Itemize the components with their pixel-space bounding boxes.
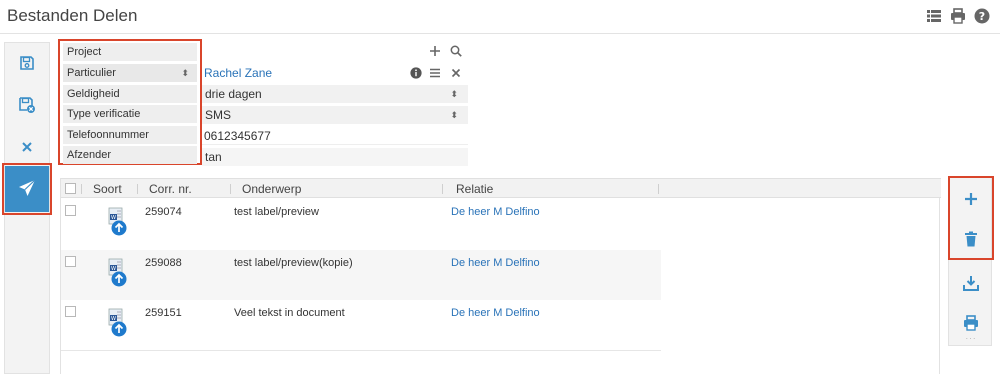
save-icon xyxy=(19,55,35,74)
table-row[interactable]: W 259151 Veel tekst in document De heer … xyxy=(61,300,661,350)
close-button[interactable] xyxy=(5,133,49,163)
afzender-input[interactable]: tan xyxy=(202,148,468,166)
download-button[interactable] xyxy=(949,269,993,299)
documents-table: Soort Corr. nr. Onderwerp Relatie W 2590… xyxy=(60,178,941,374)
header-corr-nr[interactable]: Corr. nr. xyxy=(149,182,192,196)
corr-nr-cell: 259074 xyxy=(145,206,182,218)
row-checkbox[interactable] xyxy=(65,256,76,267)
download-icon xyxy=(963,275,979,294)
page-title: Bestanden Delen xyxy=(7,6,138,25)
particulier-value[interactable]: Rachel Zane xyxy=(204,64,404,82)
send-button[interactable] xyxy=(2,163,52,215)
svg-text:W: W xyxy=(111,215,116,221)
save-button[interactable] xyxy=(5,49,49,79)
search-icon[interactable] xyxy=(450,45,462,57)
type-verificatie-label: Type verificatie xyxy=(63,105,197,123)
telefoonnummer-input[interactable]: 0612345677 xyxy=(202,127,468,145)
row-checkbox[interactable] xyxy=(65,306,76,317)
right-toolbar: ··· xyxy=(948,176,992,346)
updown-icon: ⬍ xyxy=(450,110,458,120)
close-icon xyxy=(20,140,34,157)
list-view-icon[interactable] xyxy=(926,8,942,24)
header-soort[interactable]: Soort xyxy=(93,182,122,196)
form-labels-group: Project Particulier ⬍ Geldigheid Type ve… xyxy=(58,39,202,165)
table-header: Soort Corr. nr. Onderwerp Relatie xyxy=(61,178,941,198)
print-icon[interactable] xyxy=(950,8,966,24)
word-upload-icon: W xyxy=(107,258,129,288)
geldigheid-select[interactable]: drie dagen ⬍ xyxy=(202,85,468,103)
word-upload-icon: W xyxy=(107,207,129,237)
more-icon[interactable]: ··· xyxy=(949,334,993,343)
clear-icon[interactable] xyxy=(450,67,462,79)
geldigheid-value: drie dagen xyxy=(205,87,262,101)
help-icon[interactable]: ? xyxy=(974,8,990,24)
geldigheid-label: Geldigheid xyxy=(63,85,197,103)
add-project-icon[interactable] xyxy=(429,45,441,57)
onderwerp-cell: test label/preview xyxy=(234,206,319,218)
column-separator xyxy=(137,184,138,194)
title-bar: Bestanden Delen ? xyxy=(0,0,1000,34)
print-icon xyxy=(963,314,979,334)
add-icon xyxy=(964,192,978,209)
relatie-link[interactable]: De heer M Delfino xyxy=(451,206,540,218)
svg-text:W: W xyxy=(111,316,116,322)
save-and-close-button[interactable] xyxy=(5,91,49,121)
column-separator xyxy=(81,184,82,194)
save-close-icon xyxy=(18,96,36,117)
corr-nr-cell: 259151 xyxy=(145,307,182,319)
top-icons: ? xyxy=(926,8,990,24)
header-relatie[interactable]: Relatie xyxy=(456,182,493,196)
word-upload-icon: W xyxy=(107,308,129,338)
header-onderwerp[interactable]: Onderwerp xyxy=(242,182,301,196)
particulier-select[interactable]: Particulier ⬍ xyxy=(63,64,197,82)
type-verificatie-value: SMS xyxy=(205,108,232,122)
relatie-link[interactable]: De heer M Delfino xyxy=(451,307,540,319)
row-checkbox[interactable] xyxy=(65,205,76,216)
updown-icon: ⬍ xyxy=(181,68,189,78)
svg-text:W: W xyxy=(111,266,116,272)
onderwerp-cell: Veel tekst in document xyxy=(234,307,345,319)
select-all-checkbox[interactable] xyxy=(65,183,76,194)
project-label: Project xyxy=(63,43,197,61)
send-icon xyxy=(18,179,36,200)
svg-text:?: ? xyxy=(979,10,985,23)
table-row[interactable]: W 259088 test label/preview(kopie) De he… xyxy=(61,250,661,300)
type-verificatie-select[interactable]: SMS ⬍ xyxy=(202,106,468,124)
column-separator xyxy=(658,184,659,194)
column-separator xyxy=(442,184,443,194)
onderwerp-cell: test label/preview(kopie) xyxy=(234,257,353,269)
table-row[interactable]: W 259074 test label/preview De heer M De… xyxy=(61,199,661,249)
updown-icon: ⬍ xyxy=(450,89,458,99)
menu-icon[interactable] xyxy=(429,67,441,79)
table-divider xyxy=(61,350,661,351)
particulier-label: Particulier xyxy=(67,67,116,79)
corr-nr-cell: 259088 xyxy=(145,257,182,269)
add-button[interactable] xyxy=(949,185,993,215)
telefoonnummer-label: Telefoonnummer xyxy=(63,126,197,144)
column-separator xyxy=(230,184,231,194)
project-field[interactable] xyxy=(202,42,424,60)
info-icon[interactable] xyxy=(410,67,422,79)
delete-icon xyxy=(964,231,978,250)
relatie-link[interactable]: De heer M Delfino xyxy=(451,257,540,269)
afzender-label: Afzender xyxy=(63,146,197,164)
delete-button[interactable] xyxy=(949,225,993,255)
